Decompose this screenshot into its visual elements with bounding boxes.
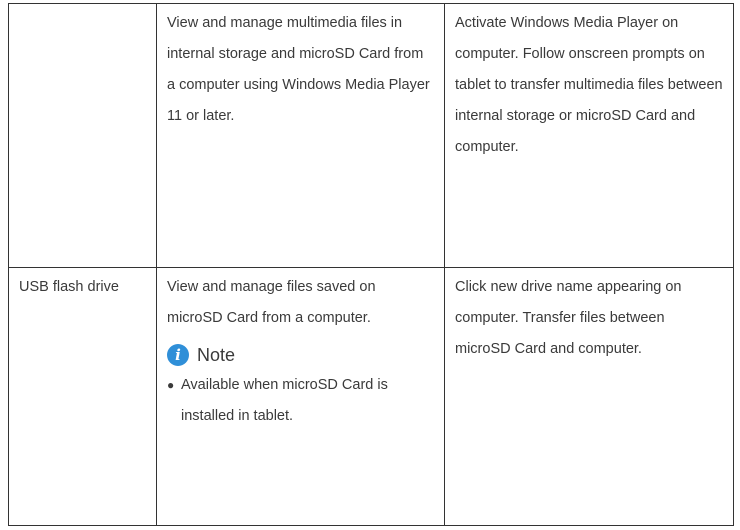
table-row: USB flash drive View and manage files sa… [8,267,734,526]
note-label: Note [197,344,236,365]
list-item: ● Available when microSD Card is install… [167,370,435,432]
connection-mode-table: View and manage multimedia files in inte… [8,3,734,526]
info-icon: i [167,344,189,366]
mode-cell [8,3,157,268]
instructions-cell: Activate Windows Media Player on compute… [444,3,734,268]
bullet-icon: ● [167,378,175,392]
instructions-cell: Click new drive name appearing on comput… [444,267,734,526]
description-text: View and manage files saved on microSD C… [167,279,376,326]
note-heading: i Note [167,340,435,370]
table-row: View and manage multimedia files in inte… [8,3,734,268]
note-text: Available when microSD Card is installed… [181,377,388,424]
description-cell: View and manage files saved on microSD C… [156,267,445,526]
mode-cell: USB flash drive [8,267,157,526]
description-cell: View and manage multimedia files in inte… [156,3,445,268]
